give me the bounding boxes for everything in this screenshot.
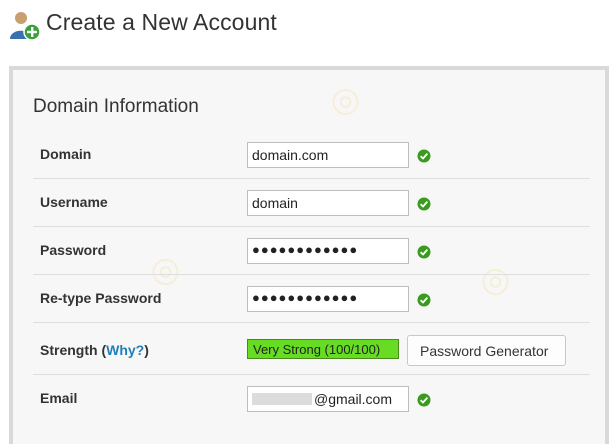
password-label: Password — [40, 242, 107, 258]
why-link[interactable]: Why? — [106, 342, 144, 358]
password-input[interactable]: ●●●●●●●●●●●● — [247, 238, 409, 264]
check-circle-icon — [417, 393, 431, 407]
email-input[interactable]: @gmail.com — [247, 386, 409, 412]
page-title: Create a New Account — [46, 9, 277, 35]
retype-password-row: Re-type Password ●●●●●●●●●●●● — [33, 274, 590, 323]
strength-meter: Very Strong (100/100) — [247, 339, 399, 359]
username-input[interactable]: domain — [247, 190, 409, 216]
domain-input[interactable]: domain.com — [247, 142, 409, 168]
page-header: Create a New Account — [0, 0, 614, 52]
domain-row: Domain domain.com — [33, 130, 590, 179]
strength-row: Strength (Why?) Very Strong (100/100) Pa… — [33, 322, 590, 375]
username-row: Username domain — [33, 178, 590, 227]
username-label: Username — [40, 194, 108, 210]
strength-label: Strength (Why?) — [40, 342, 149, 358]
retype-password-label: Re-type Password — [40, 290, 162, 306]
check-circle-icon — [417, 149, 431, 163]
password-generator-button[interactable]: Password Generator — [407, 335, 566, 366]
email-label: Email — [40, 390, 78, 406]
check-circle-icon — [417, 293, 431, 307]
check-circle-icon — [417, 197, 431, 211]
strength-label-end: ) — [144, 342, 149, 358]
email-redacted — [252, 393, 312, 405]
user-add-icon — [10, 12, 41, 41]
section-title: Domain Information — [33, 96, 199, 117]
password-row: Password ●●●●●●●●●●●● — [33, 226, 590, 275]
email-suffix: @gmail.com — [314, 391, 393, 407]
check-circle-icon — [417, 245, 431, 259]
retype-password-input[interactable]: ●●●●●●●●●●●● — [247, 286, 409, 312]
strength-label-text: Strength ( — [40, 342, 107, 358]
domain-label: Domain — [40, 146, 92, 162]
email-row: Email @gmail.com — [33, 374, 590, 422]
